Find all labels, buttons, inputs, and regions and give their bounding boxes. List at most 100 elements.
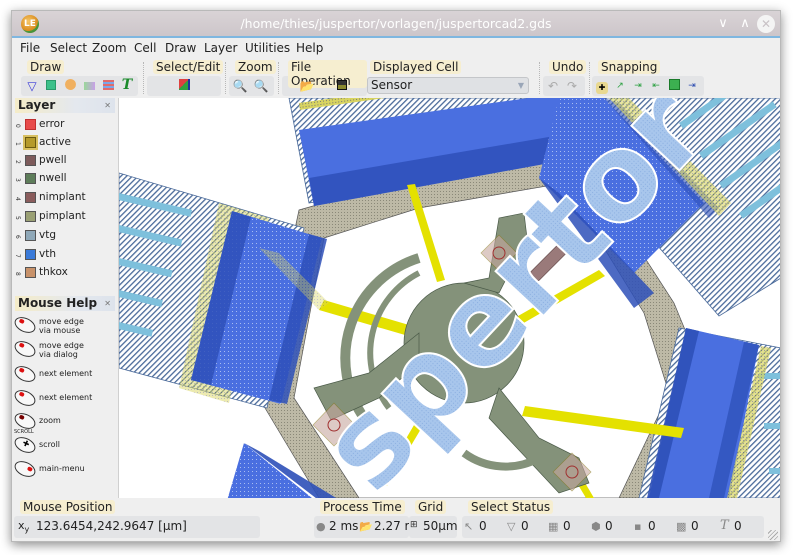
path-count: 0 <box>648 519 656 533</box>
toolbar-separator <box>143 62 145 94</box>
circle-count: 0 <box>605 519 613 533</box>
snap-center-icon[interactable] <box>666 78 682 94</box>
text-count: 0 <box>734 519 742 533</box>
layer-swatch <box>25 267 36 278</box>
select-status-group: Select Status ↖ 0 ▽ 0 ▦ 0 ⬢ 0 ▪ 0 ▩ 0 T … <box>462 498 764 542</box>
toolbar-group-draw: Draw ▽ T <box>21 60 138 96</box>
snap-point-icon[interactable]: ✚ <box>594 78 610 94</box>
grid-value: 50µm <box>423 519 458 533</box>
circle-icon[interactable] <box>62 77 78 94</box>
resize-grip[interactable] <box>768 530 778 540</box>
layout-canvas[interactable]: spertor <box>118 98 780 498</box>
mouse-help-title: Mouse Help ✕ <box>15 296 115 311</box>
point-count: 0 <box>479 519 487 533</box>
window-title: /home/thies/juspertor/vorlagen/juspertor… <box>240 16 552 31</box>
text-icon[interactable]: T <box>119 77 135 93</box>
toolbar-label-snapping: Snapping <box>598 60 661 74</box>
snap-angle-icon[interactable]: ⇥ <box>684 78 700 94</box>
main-window: LE /home/thies/juspertor/vorlagen/jusper… <box>11 10 781 542</box>
box-icon: ▦ <box>548 520 559 533</box>
polygon-icon[interactable]: ▽ <box>24 78 40 94</box>
zoom-in-icon[interactable]: 🔍 <box>253 78 269 94</box>
layer-swatch <box>25 155 36 166</box>
cpu-icon: ● <box>316 520 326 533</box>
layer-panel-title: Layer ✕ <box>15 98 115 113</box>
process-time-value: 2 ms <box>329 519 359 533</box>
xy-icon: xy <box>18 519 30 535</box>
status-bar: Mouse Position xy 123.6454,242.9647 [µm]… <box>12 498 780 542</box>
open-folder-icon: 📂 <box>359 520 373 533</box>
layer-swatch <box>25 192 36 203</box>
mouse-help-item: move edge via dialog <box>12 338 114 364</box>
mouse-icon <box>12 314 38 336</box>
point-icon: ↖ <box>464 520 474 533</box>
toolbar-group-undo: Undo ↶ ↷ <box>543 60 587 96</box>
load-time-value: 2.27 r <box>374 519 410 533</box>
polygon-icon: ▽ <box>507 520 516 533</box>
mouse-icon <box>12 338 38 360</box>
layer-swatch <box>25 137 36 148</box>
mouse-help-item: move edge via mouse <box>12 314 114 340</box>
mouse-help-item: zoom SCROLL <box>12 410 114 436</box>
mouse-help-item: main-menu <box>12 458 114 484</box>
toolbar-group-snapping: Snapping ✚ ↗ ⇥ ⇤ ⇥ <box>592 60 704 96</box>
toolbar-separator <box>539 62 541 94</box>
zoom-fit-icon[interactable]: 🔍 <box>232 78 248 94</box>
mouse-position-label: Mouse Position <box>20 500 116 514</box>
toolbar-group-file-operation: File Operation 📂 <box>282 60 367 96</box>
redo-icon[interactable]: ↷ <box>564 78 580 94</box>
text-icon: T <box>720 518 729 533</box>
mouse-position-value: 123.6454,242.9647 [µm] <box>36 519 187 533</box>
snap-edge-icon[interactable]: ⇥ <box>630 78 646 94</box>
close-dock-icon[interactable]: ✕ <box>104 98 111 113</box>
process-time-label: Process Time <box>320 500 405 514</box>
toolbar-label-draw: Draw <box>27 60 65 74</box>
select-status-label: Select Status <box>468 500 554 514</box>
box-icon[interactable] <box>43 78 59 94</box>
mouse-icon <box>12 363 38 385</box>
menu-zoom[interactable]: Zoom <box>92 41 127 55</box>
undo-icon[interactable]: ↶ <box>545 78 561 94</box>
menu-select[interactable]: Select <box>50 41 87 55</box>
toolbar-label-displayed-cell: Displayed Cell <box>370 60 462 74</box>
process-time-group: Process Time ● 2 ms 📂 2.27 r <box>314 498 409 542</box>
displayed-cell-dropdown[interactable]: Sensor ▼ <box>367 77 529 94</box>
toolbar-group-zoom: Zoom 🔍 🔍 <box>229 60 276 96</box>
toolbar-separator <box>589 62 591 94</box>
menu-utilities[interactable]: Utilities <box>245 41 290 55</box>
path-icon: ▪ <box>634 520 642 533</box>
mouse-position-group: Mouse Position xy 123.6454,242.9647 [µm] <box>14 498 260 542</box>
path-icon[interactable] <box>81 78 97 94</box>
mouse-icon <box>12 387 38 409</box>
array-icon[interactable] <box>100 78 116 94</box>
layout-drawing[interactable]: spertor <box>119 98 780 498</box>
toolbar-separator <box>278 62 280 94</box>
menu-cell[interactable]: Cell <box>134 41 156 55</box>
grid-label: Grid <box>415 500 447 514</box>
snap-middle-icon[interactable]: ⇤ <box>648 78 664 94</box>
snap-corner-icon[interactable]: ↗ <box>612 78 628 94</box>
open-folder-icon[interactable]: 📂 <box>299 78 315 94</box>
array-count: 0 <box>691 519 699 533</box>
mouse-icon <box>12 458 38 480</box>
save-icon[interactable] <box>334 78 350 94</box>
array-icon: ▩ <box>676 520 687 533</box>
layer-swatch <box>25 173 36 184</box>
toolbar-label-undo: Undo <box>549 60 587 74</box>
menu-help[interactable]: Help <box>296 41 323 55</box>
chevron-down-icon: ▼ <box>517 81 524 90</box>
close-dock-icon[interactable]: ✕ <box>104 296 111 311</box>
menu-file[interactable]: File <box>20 41 40 55</box>
mouse-help-item: next element <box>12 363 114 389</box>
minimize-button[interactable]: ∨ <box>714 15 732 33</box>
grid-group: Grid ⊞ 50µm <box>409 498 458 542</box>
maximize-button[interactable]: ∧ <box>736 15 754 33</box>
menu-layer[interactable]: Layer <box>204 41 237 55</box>
menu-draw[interactable]: Draw <box>165 41 196 55</box>
toolbar-label-select-edit: Select/Edit <box>153 60 224 74</box>
close-button[interactable]: ✕ <box>757 15 775 33</box>
mouse-help-item: next element <box>12 387 114 413</box>
select-edit-icon[interactable] <box>176 78 192 94</box>
mouse-icon: ✚ <box>12 434 38 456</box>
toolbar-group-select-edit: Select/Edit <box>147 60 224 96</box>
